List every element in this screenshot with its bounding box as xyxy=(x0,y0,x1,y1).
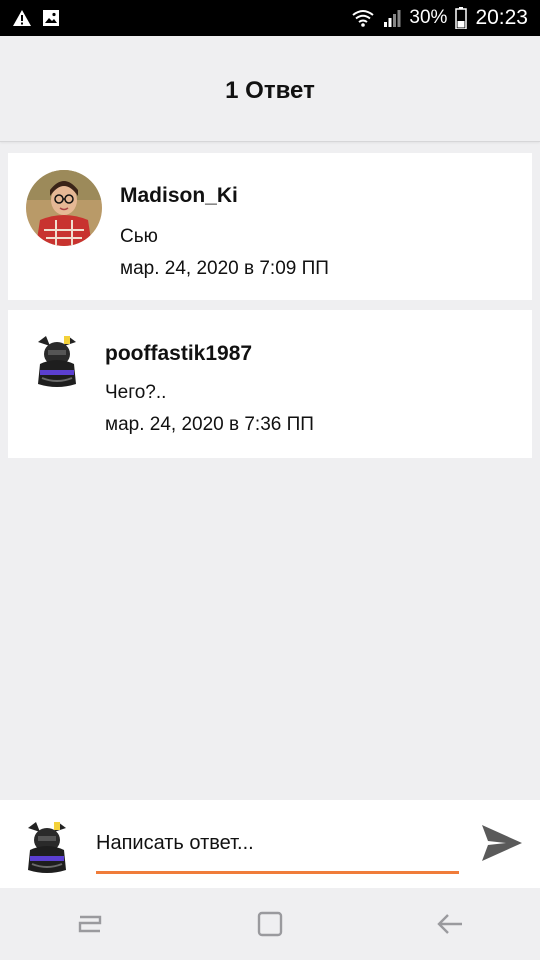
avatar[interactable] xyxy=(26,170,102,246)
header: 1 Ответ xyxy=(0,36,540,142)
comment-timestamp: мар. 24, 2020 в 7:09 ПП xyxy=(120,258,329,279)
home-icon xyxy=(256,910,284,938)
warning-icon xyxy=(12,9,32,27)
image-icon xyxy=(42,9,60,27)
system-nav-bar xyxy=(0,888,540,960)
recent-apps-icon xyxy=(76,911,104,937)
send-button[interactable] xyxy=(476,818,528,868)
comment-timestamp: мар. 24, 2020 в 7:36 ПП xyxy=(105,414,314,435)
back-button[interactable] xyxy=(420,894,480,954)
comment-message: Чего?.. xyxy=(105,382,167,403)
recent-apps-button[interactable] xyxy=(60,894,120,954)
signal-icon xyxy=(383,9,401,27)
battery-icon xyxy=(455,7,468,29)
status-left xyxy=(12,9,60,27)
comment-username[interactable]: Madison_Ki xyxy=(120,184,238,208)
reply-input[interactable] xyxy=(96,822,459,874)
comment-card[interactable]: pooffastik1987 Чего?.. мар. 24, 2020 в 7… xyxy=(8,310,532,458)
status-bar: 30% 20:23 xyxy=(0,0,540,36)
home-button[interactable] xyxy=(240,894,300,954)
reply-bar xyxy=(0,800,540,888)
send-icon xyxy=(480,823,524,863)
status-time: 20:23 xyxy=(475,6,528,29)
comment-card[interactable]: Madison_Ki Сью мар. 24, 2020 в 7:09 ПП xyxy=(8,153,532,300)
battery-percent: 30% xyxy=(409,7,448,28)
page-title: 1 Ответ xyxy=(225,76,315,104)
avatar xyxy=(22,820,72,874)
wifi-icon xyxy=(351,8,375,28)
status-right: 30% 20:23 xyxy=(351,6,528,30)
avatar[interactable] xyxy=(34,334,80,388)
comment-username[interactable]: pooffastik1987 xyxy=(105,342,252,366)
comment-message: Сью xyxy=(120,226,158,247)
back-icon xyxy=(436,912,464,936)
